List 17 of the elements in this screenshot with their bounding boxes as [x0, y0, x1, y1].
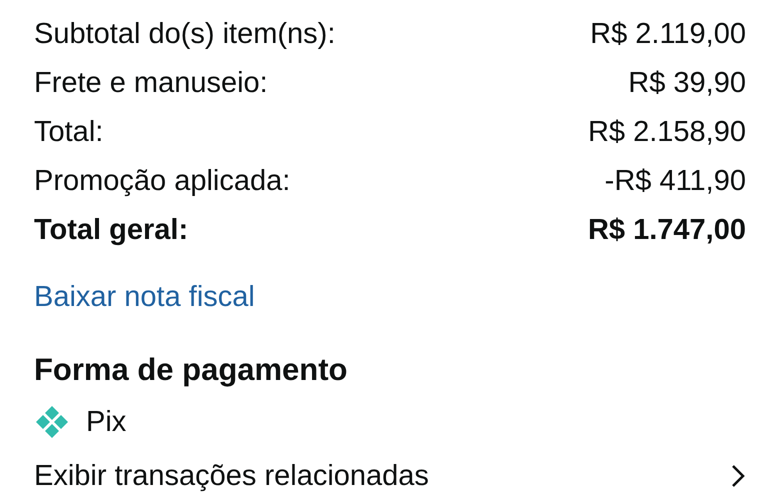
section-heading: Forma de pagamento [34, 352, 348, 388]
summary-label: Total geral: [34, 214, 188, 247]
summary-value: R$ 39,90 [628, 67, 746, 100]
invoice-link[interactable]: Baixar nota fiscal [34, 281, 255, 314]
summary-label: Subtotal do(s) item(ns): [34, 18, 336, 51]
summary-value: R$ 2.158,90 [588, 116, 746, 149]
summary-value: R$ 1.747,00 [588, 214, 746, 247]
summary-value: R$ 2.119,00 [590, 18, 746, 51]
payment-method: Pix [86, 406, 126, 438]
summary-value: -R$ 411,90 [604, 165, 746, 198]
transactions-link[interactable]: Exibir transações relacionadas [34, 460, 429, 492]
summary-label: Promoção aplicada: [34, 165, 290, 198]
pix-icon [34, 404, 70, 440]
summary-label: Total: [34, 116, 104, 149]
transactions-row[interactable]: Exibir transações relacionadas [34, 452, 746, 500]
summary-label: Frete e manuseio: [34, 67, 268, 100]
chevron-right-icon [730, 463, 746, 489]
